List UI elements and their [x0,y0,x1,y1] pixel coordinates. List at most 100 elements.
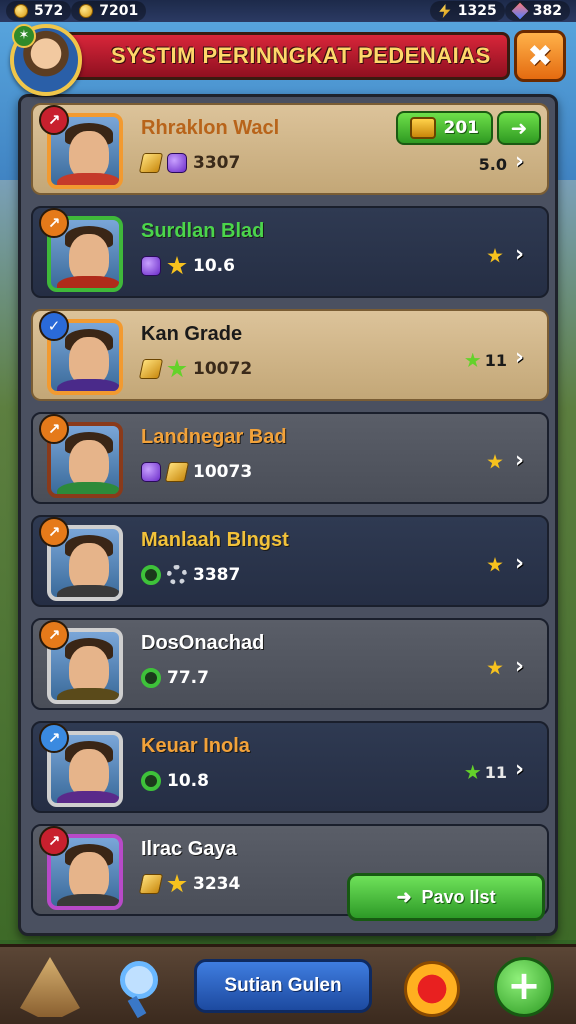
green-star-icon [465,764,481,780]
status-bar: 572 7201 1325 382 [0,0,576,22]
player-stat: 3234 [138,874,241,894]
resource-gems[interactable]: 382 [504,1,570,21]
chevron-right-icon[interactable]: › [515,759,529,781]
chest-icon [409,117,436,139]
resource-left-value: 572 [34,3,64,19]
player-stat: 77.7 [141,668,209,688]
chevron-right-icon[interactable]: › [515,450,529,472]
coins-value: 7201 [99,3,139,19]
player-stat: 3307 [138,153,241,173]
player-stat: 10073 [141,462,252,482]
stat-value: 10.6 [193,256,235,276]
leaderboard-panel: ↗ Rhraklon Wacl 3307 5.0 201 ➜ › ↗ Surdlan Blad 1… [18,94,558,936]
star-icon [487,454,503,469]
gem-icon [509,1,530,21]
leaderboard-row[interactable]: ↗ Rhraklon Wacl 3307 5.0 201 ➜ › [31,103,549,195]
reward-arrow-button[interactable]: ➜ [497,111,541,145]
right-value-text: 11 [484,351,507,370]
main-action-button[interactable]: Sutian Gulen [194,959,372,1013]
stat-value: 10.8 [167,771,209,791]
rank-badge-icon: ↗ [39,826,69,856]
rank-badge-icon: ✓ [39,311,69,341]
leaderboard-row[interactable]: ↗ Manlaah Blngst 3387 › [31,515,549,607]
green-star-icon [465,352,481,368]
leaderboard-row[interactable]: ↗ Surdlan Blad 10.6 › [31,206,549,298]
stat-value: 3234 [193,874,241,894]
page-title: SYSTIM PERINNGKAT PEDENAIAS [111,43,491,68]
resource-coins[interactable]: 7201 [71,1,147,21]
right-value-text: 11 [484,763,507,782]
green-star-icon [167,359,187,378]
energy-value: 1325 [457,3,497,19]
right-value: 11 [465,763,507,782]
chevron-right-icon[interactable]: › [515,656,529,678]
stat-value: 10073 [193,462,253,482]
gold-bar-icon [138,153,164,173]
view-list-button[interactable]: ➜ Pavo Ilst [347,873,545,921]
stat-value: 77.7 [167,668,209,688]
level-badge-icon: ✶ [12,24,36,48]
header: ✶ SYSTIM PERINNGKAT PEDENAIAS ✖ [6,24,570,96]
player-stat: 3387 [141,565,240,585]
rank-badge-icon: ↗ [39,414,69,444]
camp-icon[interactable] [20,957,80,1017]
player-stat: 10.6 [141,256,235,276]
purple-gem-icon [167,153,187,173]
add-button[interactable]: + [494,957,554,1017]
chevron-right-icon[interactable]: › [515,244,529,266]
chevron-right-icon[interactable]: › [515,347,529,369]
green-circle-icon [141,565,161,585]
leaderboard-row[interactable]: ↗ Keuar Inola 10.8 11 › [31,721,549,813]
right-value [487,660,507,676]
player-name: Keuar Inola [141,735,250,757]
green-circle-icon [141,771,161,791]
right-value [487,454,507,470]
gold-bar-icon [138,359,164,379]
stat-value: 10072 [193,359,253,379]
player-name: Surdlan Blad [141,220,265,242]
coin-icon [79,4,94,18]
leaderboard-row[interactable]: ✓ Kan Grade 10072 11 › [31,309,549,401]
player-name: Kan Grade [141,323,243,345]
coin-icon [14,4,28,18]
view-list-label: Pavo Ilst [421,886,496,907]
rank-badge-icon: ↗ [39,105,69,135]
reward-button[interactable]: 201 [395,111,493,145]
medal-icon[interactable] [402,957,462,1017]
leaderboard-row[interactable]: ↗ Landnegar Bad 10073 › [31,412,549,504]
search-icon[interactable] [112,957,172,1019]
right-value: 5.0 [479,155,507,174]
gold-bar-icon [138,874,164,894]
resource-left-coins[interactable]: 572 [6,1,72,21]
star-icon [167,874,187,893]
purple-gem-icon [141,256,161,276]
player-stat: 10072 [138,359,253,379]
stat-value: 3307 [193,153,241,173]
lightning-icon [439,4,451,18]
chevron-right-icon[interactable]: › [515,553,529,575]
purple-gem-icon [141,462,161,482]
bottom-nav-bar: Sutian Gulen + [0,944,576,1024]
player-name: Ilrac Gaya [141,838,237,860]
player-name: DosOnachad [141,632,265,654]
star-icon [487,248,503,263]
close-button[interactable]: ✖ [514,30,566,82]
plus-icon: + [507,963,541,1009]
arrow-icon: ➜ [396,886,412,907]
player-name: Landnegar Bad [141,426,287,448]
rank-badge-icon: ↗ [39,208,69,238]
leaderboard-row[interactable]: ↗ DosOnachad 77.7 › [31,618,549,710]
rank-badge-icon: ↗ [39,517,69,547]
rank-badge-icon: ↗ [39,723,69,753]
right-value [487,248,507,264]
stat-value: 3387 [193,565,241,585]
right-value: 11 [465,351,507,370]
star-icon [167,256,187,275]
resource-energy[interactable]: 1325 [429,1,505,21]
close-icon: ✖ [527,38,553,74]
player-name: Manlaah Blngst [141,529,289,551]
right-value [487,557,507,573]
chevron-right-icon[interactable]: › [515,151,529,173]
arrow-right-icon: ➜ [510,116,528,140]
gear-icon [167,565,187,585]
